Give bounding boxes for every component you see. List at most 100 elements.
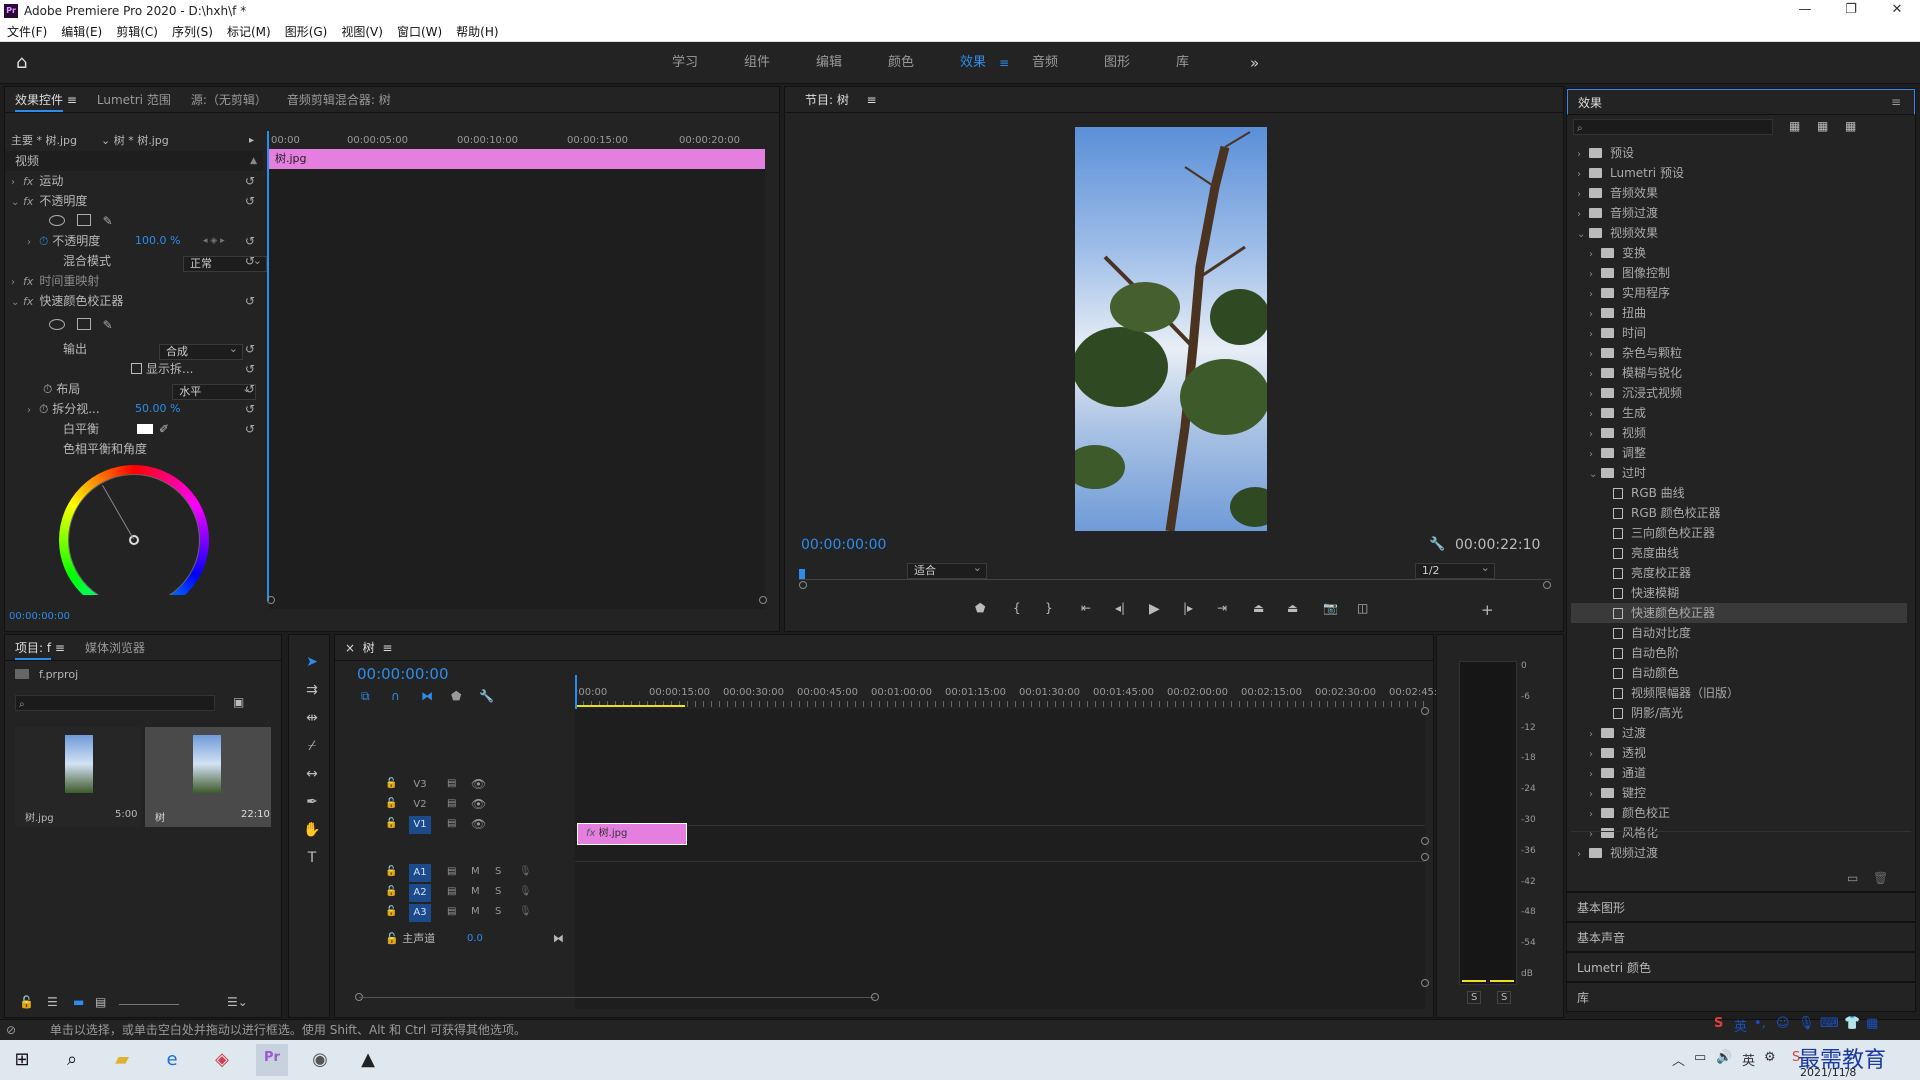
- reset-icon[interactable]: ↺: [245, 251, 255, 271]
- ripple-edit-tool-icon[interactable]: ⇹: [300, 706, 324, 730]
- sync-lock-icon[interactable]: ▤: [447, 798, 456, 809]
- master-expand-icon[interactable]: ⧓: [553, 929, 564, 949]
- compare-view-icon[interactable]: ◫: [1357, 601, 1368, 615]
- mute-button[interactable]: M: [471, 906, 480, 917]
- ime-keyboard-icon[interactable]: ⌨: [1820, 1016, 1839, 1031]
- ellipse-mask-icon[interactable]: [49, 319, 65, 330]
- tray-chevron-icon[interactable]: ︿: [1672, 1050, 1685, 1069]
- effects-folder[interactable]: › 扭曲: [1571, 303, 1907, 323]
- effects-folder[interactable]: › 通道: [1571, 763, 1907, 783]
- lock-icon[interactable]: 🔓: [385, 798, 397, 809]
- zoom-slider[interactable]: [119, 1004, 179, 1005]
- photos-app-icon[interactable]: ▲: [354, 1046, 382, 1074]
- chevron-icon[interactable]: ›: [1589, 425, 1601, 445]
- chevron-icon[interactable]: ›: [1577, 205, 1589, 225]
- track-target-button[interactable]: A2: [409, 884, 431, 902]
- stopwatch-icon[interactable]: ⏱: [39, 234, 48, 248]
- meter-solo-left-button[interactable]: S: [1467, 991, 1482, 1004]
- ec-scrollbar[interactable]: [267, 595, 767, 605]
- chevron-icon[interactable]: ›: [1589, 345, 1601, 365]
- reset-icon[interactable]: ↺: [245, 191, 255, 211]
- effects-folder[interactable]: › 沉浸式视频: [1571, 383, 1907, 403]
- button-editor-icon[interactable]: +: [1481, 601, 1494, 619]
- lock-icon[interactable]: 🔓: [385, 886, 397, 897]
- tab-media-browser[interactable]: 媒体浏览器: [75, 639, 155, 656]
- linked-selection-icon[interactable]: ⧓: [421, 689, 433, 703]
- opacity-value[interactable]: 100.0 %: [135, 231, 180, 251]
- lock-icon[interactable]: 🔓: [385, 866, 397, 877]
- mic-icon[interactable]: 🎙: [519, 866, 532, 877]
- effect-motion[interactable]: › fx 运动 ↺: [11, 171, 263, 191]
- ime-skin-icon[interactable]: 👕: [1844, 1016, 1860, 1031]
- effects-folder[interactable]: › 变换: [1571, 243, 1907, 263]
- razor-tool-icon[interactable]: ⌿: [300, 734, 324, 758]
- home-icon[interactable]: ⌂: [16, 54, 38, 72]
- hue-balance-wheel[interactable]: [59, 465, 209, 595]
- effects-folder[interactable]: › 视频: [1571, 423, 1907, 443]
- chevron-icon[interactable]: ›: [1589, 785, 1601, 805]
- sync-lock-icon[interactable]: ▤: [447, 778, 456, 789]
- effects-item[interactable]: 三向颜色校正器: [1571, 523, 1907, 543]
- work-area-bar[interactable]: [575, 705, 685, 707]
- rectangle-mask-icon[interactable]: [76, 214, 91, 226]
- export-frame-icon[interactable]: 📷: [1323, 601, 1338, 615]
- effects-item[interactable]: 自动色阶: [1571, 643, 1907, 663]
- ws-assembly[interactable]: 组件: [744, 42, 770, 84]
- premiere-taskbar-icon[interactable]: Pr: [256, 1044, 288, 1076]
- track-target-button[interactable]: A1: [409, 864, 431, 882]
- media-app-icon[interactable]: ◉: [306, 1046, 334, 1074]
- ec-keyframe-area[interactable]: [269, 169, 765, 609]
- lock-icon[interactable]: 🔓: [19, 995, 34, 1009]
- lock-icon[interactable]: 🔓: [385, 932, 399, 945]
- tab-source[interactable]: 源:（无剪辑）: [181, 91, 277, 108]
- effects-folder[interactable]: › 键控: [1571, 783, 1907, 803]
- effects-folder[interactable]: › 杂色与颗粒: [1571, 343, 1907, 363]
- go-to-in-icon[interactable]: ⇤: [1081, 601, 1091, 615]
- step-back-icon[interactable]: ◂|: [1115, 601, 1125, 615]
- ws-libraries[interactable]: 库: [1176, 42, 1189, 84]
- menu-marker[interactable]: 标记(M): [220, 23, 278, 40]
- tab-project[interactable]: 项目: f ≡: [5, 639, 75, 660]
- slip-tool-icon[interactable]: ↔: [300, 762, 324, 786]
- ws-effects-menu-icon[interactable]: ≡: [999, 42, 1009, 84]
- mark-out-icon[interactable]: }: [1045, 601, 1053, 615]
- effects-folder[interactable]: › 透视: [1571, 743, 1907, 763]
- ime-language[interactable]: 英: [1734, 1016, 1747, 1035]
- ws-more-button[interactable]: »: [1250, 42, 1259, 84]
- reset-icon[interactable]: ↺: [245, 231, 255, 251]
- chevron-icon[interactable]: ›: [1589, 765, 1601, 785]
- sync-lock-icon[interactable]: ▤: [447, 866, 456, 877]
- notification-icon[interactable]: ⚙: [1764, 1050, 1776, 1065]
- sort-icon[interactable]: ☰⌄: [227, 995, 248, 1009]
- mute-button[interactable]: M: [471, 886, 480, 897]
- chevron-icon[interactable]: ›: [1577, 145, 1589, 165]
- track-target-button[interactable]: V2: [409, 796, 431, 814]
- ws-audio[interactable]: 音频: [1032, 42, 1058, 84]
- effects-folder[interactable]: › 音频效果: [1571, 183, 1907, 203]
- track-target-button[interactable]: V1: [409, 816, 431, 834]
- effects-item[interactable]: 自动颜色: [1571, 663, 1907, 683]
- menu-graphics[interactable]: 图形(G): [278, 23, 335, 40]
- chevron-icon[interactable]: ›: [1589, 385, 1601, 405]
- list-view-icon[interactable]: ☰: [47, 995, 58, 1009]
- lock-icon[interactable]: 🔓: [385, 818, 397, 829]
- menu-window[interactable]: 窗口(W): [390, 23, 449, 40]
- menu-help[interactable]: 帮助(H): [449, 23, 505, 40]
- mic-icon[interactable]: 🎙: [519, 886, 532, 897]
- nest-toggle-icon[interactable]: ⧉: [361, 689, 370, 704]
- effects-item[interactable]: 视频限幅器（旧版）: [1571, 683, 1907, 703]
- effects-folder[interactable]: › 风格化: [1571, 823, 1907, 843]
- chevron-icon[interactable]: ›: [1589, 825, 1601, 845]
- effects-folder[interactable]: › 过渡: [1571, 723, 1907, 743]
- timeline-timecode[interactable]: 00:00:00:00: [357, 665, 449, 683]
- ellipse-mask-icon[interactable]: [49, 215, 65, 226]
- rectangle-mask-icon[interactable]: [76, 318, 91, 330]
- reset-icon[interactable]: ↺: [245, 359, 255, 379]
- master-volume-value[interactable]: 0.0: [467, 929, 483, 949]
- effects-folder[interactable]: › 预设: [1571, 143, 1907, 163]
- timeline-tracks-area[interactable]: [575, 709, 1425, 1009]
- effects-item[interactable]: 自动对比度: [1571, 623, 1907, 643]
- effects-item[interactable]: 亮度曲线: [1571, 543, 1907, 563]
- chevron-icon[interactable]: ›: [1589, 725, 1601, 745]
- sequence-clip-label[interactable]: ⌄ 树 * 树.jpg: [101, 131, 169, 151]
